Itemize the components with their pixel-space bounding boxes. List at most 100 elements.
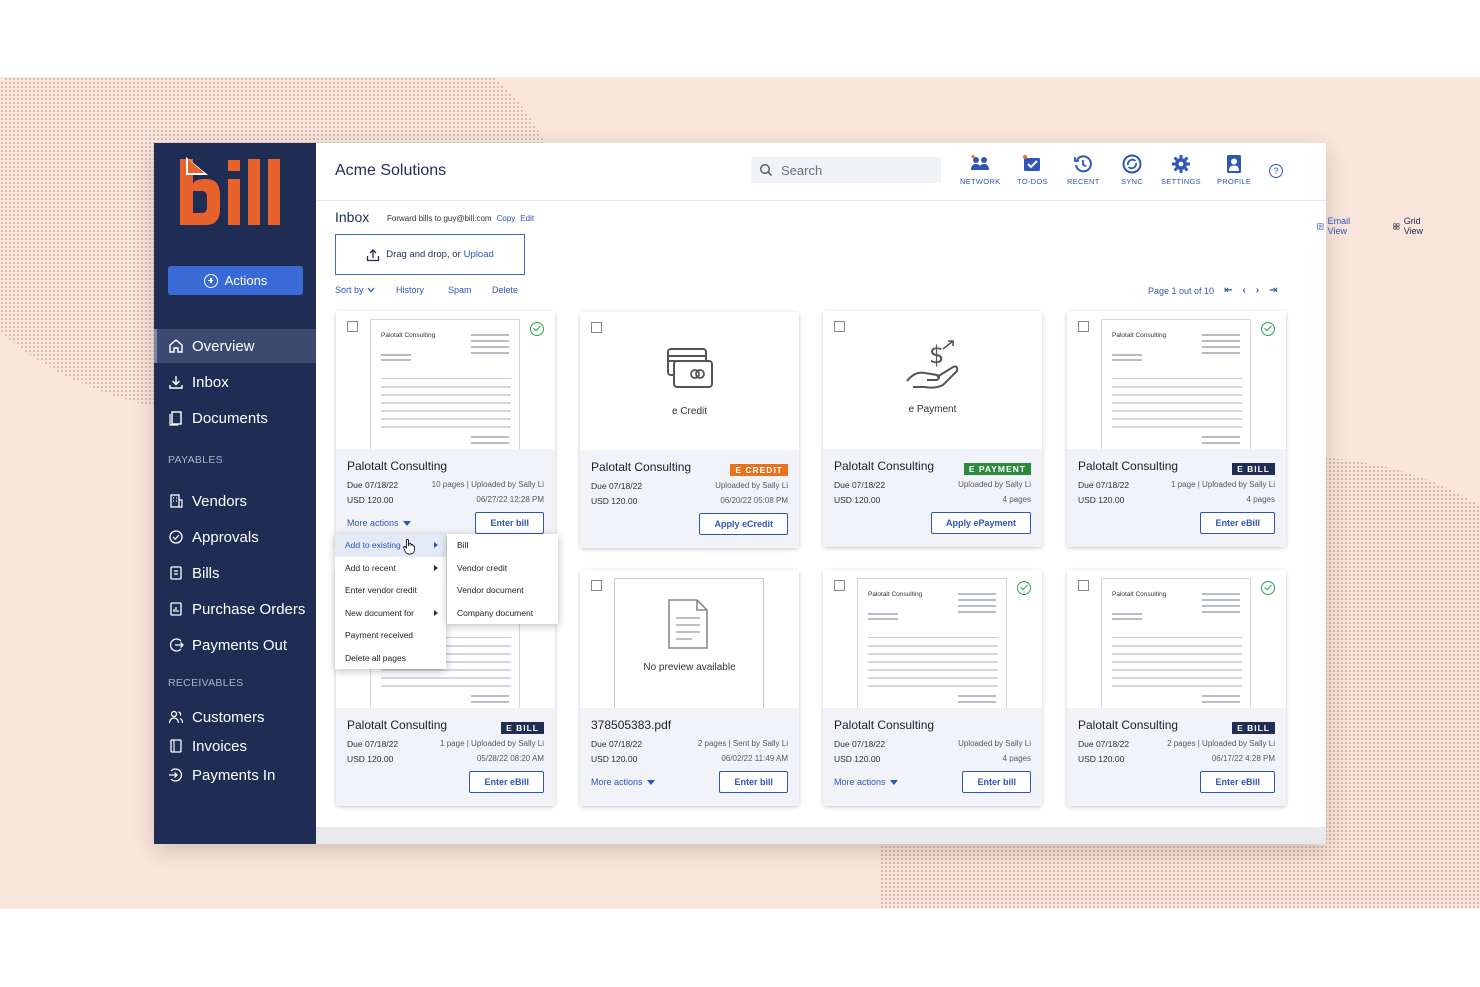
sidebar-item-purchase-orders[interactable]: Purchase Orders bbox=[154, 592, 316, 626]
card-preview[interactable]: Palotalt Consulting bbox=[1067, 311, 1286, 449]
card-preview[interactable]: Palotalt Consulting bbox=[1067, 570, 1286, 708]
network-button[interactable]: NETWORK bbox=[960, 154, 1000, 186]
history-link[interactable]: History bbox=[396, 285, 424, 295]
search-input[interactable]: Search bbox=[751, 157, 941, 183]
amount: USD 120.00 bbox=[591, 496, 638, 506]
caret-down-icon bbox=[646, 779, 655, 785]
select-checkbox[interactable] bbox=[1078, 321, 1089, 332]
enter-bill-button[interactable]: Enter bill bbox=[719, 771, 788, 793]
card-preview[interactable]: e Credit bbox=[580, 312, 799, 450]
enter-ebill-button[interactable]: Enter eBill bbox=[1200, 771, 1275, 793]
next-page-icon[interactable]: › bbox=[1256, 285, 1259, 296]
card-preview[interactable]: Palotalt Consulting bbox=[823, 570, 1042, 708]
sync-button[interactable]: SYNC bbox=[1121, 154, 1143, 186]
document-card[interactable]: $ e Payment Palotalt Consulting E PAYMEN… bbox=[823, 311, 1042, 547]
upload-link[interactable]: Upload bbox=[464, 249, 494, 260]
more-actions-dropdown[interactable]: More actions bbox=[347, 518, 411, 528]
menu-item-enter-vendor-credit[interactable]: Enter vendor credit bbox=[335, 579, 446, 602]
submenu-item-vendor-document[interactable]: Vendor document bbox=[447, 579, 558, 602]
sidebar-item-payments-out[interactable]: Payments Out bbox=[154, 628, 316, 662]
select-checkbox[interactable] bbox=[591, 580, 602, 591]
enter-bill-button[interactable]: Enter bill bbox=[962, 771, 1031, 793]
sidebar-item-overview[interactable]: Overview bbox=[154, 329, 316, 363]
settings-button[interactable]: SETTINGS bbox=[1161, 154, 1201, 186]
recent-button[interactable]: RECENT bbox=[1067, 154, 1100, 186]
menu-item-delete-all-pages[interactable]: Delete all pages bbox=[335, 647, 446, 670]
email-view-label: Email View bbox=[1327, 216, 1351, 236]
card-preview[interactable]: Palotalt Consulting bbox=[336, 311, 555, 449]
document-card[interactable]: No preview available 378505383.pdf Due 0… bbox=[580, 570, 799, 806]
select-checkbox[interactable] bbox=[1078, 580, 1089, 591]
sidebar-item-documents[interactable]: Documents bbox=[154, 401, 316, 435]
menu-item-new-document-for[interactable]: New document for bbox=[335, 602, 446, 625]
actions-button[interactable]: Actions bbox=[168, 266, 303, 295]
home-icon bbox=[169, 339, 183, 353]
search-placeholder: Search bbox=[781, 162, 823, 178]
menu-item-add-to-recent[interactable]: Add to recent bbox=[335, 557, 446, 580]
apply-ecredit-button[interactable]: Apply eCredit bbox=[699, 513, 788, 535]
document-thumbnail[interactable]: Palotalt Consulting bbox=[370, 319, 520, 449]
document-thumbnail[interactable]: Palotalt Consulting bbox=[1101, 578, 1251, 708]
select-checkbox[interactable] bbox=[834, 580, 845, 591]
page-count: 4 pages bbox=[1002, 754, 1031, 763]
menu-item-payment-received[interactable]: Payment received bbox=[335, 624, 446, 647]
upload-meta: 10 pages | Uploaded by Sally Li bbox=[431, 480, 544, 489]
help-icon[interactable]: ? bbox=[1269, 164, 1283, 178]
enter-ebill-button[interactable]: Enter eBill bbox=[469, 771, 544, 793]
amount: USD 120.00 bbox=[347, 495, 394, 505]
menu-item-add-to-existing[interactable]: Add to existing bbox=[335, 534, 446, 557]
amount: USD 120.00 bbox=[591, 754, 638, 764]
more-actions-dropdown[interactable]: More actions bbox=[834, 777, 898, 787]
more-actions-dropdown[interactable]: More actions bbox=[591, 777, 655, 787]
sidebar-item-label: Purchase Orders bbox=[192, 600, 306, 618]
company-name[interactable]: Acme Solutions bbox=[335, 162, 446, 180]
document-thumbnail[interactable]: Palotalt Consulting bbox=[1101, 319, 1251, 449]
sync-label: SYNC bbox=[1121, 177, 1144, 186]
last-page-icon[interactable]: ⇥ bbox=[1269, 285, 1277, 296]
upload-meta: Uploaded by Sally Li bbox=[958, 480, 1031, 489]
more-actions-label: More actions bbox=[591, 777, 643, 787]
invoice-icon bbox=[170, 739, 182, 753]
select-checkbox[interactable] bbox=[347, 321, 358, 332]
first-page-icon[interactable]: ⇤ bbox=[1224, 285, 1232, 296]
email-view-icon bbox=[1317, 222, 1324, 230]
sidebar-item-label: Customers bbox=[192, 708, 265, 726]
enter-ebill-button[interactable]: Enter eBill bbox=[1200, 512, 1275, 534]
enter-bill-button[interactable]: Enter bill bbox=[475, 512, 544, 534]
document-card[interactable]: e Credit Palotalt Consulting E CREDIT Du… bbox=[580, 312, 799, 548]
card-preview[interactable]: No preview available bbox=[580, 570, 799, 708]
document-card[interactable]: Palotalt Consulting Palotalt Consulting … bbox=[1067, 570, 1286, 806]
sidebar-item-payments-in[interactable]: Payments In bbox=[154, 758, 316, 792]
select-checkbox[interactable] bbox=[834, 321, 845, 332]
delete-link[interactable]: Delete bbox=[492, 285, 518, 295]
sidebar-item-approvals[interactable]: Approvals bbox=[154, 520, 316, 554]
document-thumbnail[interactable]: Palotalt Consulting bbox=[857, 578, 1007, 708]
copy-link[interactable]: Copy bbox=[497, 214, 516, 223]
edit-link[interactable]: Edit bbox=[520, 214, 534, 223]
document-card[interactable]: Palotalt Consulting Palotalt Consulting … bbox=[336, 311, 555, 547]
document-card[interactable]: Palotalt Consulting Palotalt Consulting … bbox=[823, 570, 1042, 806]
card-info: Palotalt Consulting E CREDIT Due 07/18/2… bbox=[580, 450, 799, 548]
email-view-toggle[interactable]: Email View bbox=[1317, 216, 1355, 236]
vendor-name: Palotalt Consulting bbox=[347, 718, 448, 732]
sidebar-item-bills[interactable]: Bills bbox=[154, 556, 316, 590]
submenu-item-bill[interactable]: Bill bbox=[447, 534, 558, 557]
vendor-name: Palotalt Consulting bbox=[1078, 459, 1179, 473]
upload-dropzone[interactable]: Drag and drop, or Upload bbox=[335, 234, 525, 275]
card-preview[interactable]: $ e Payment bbox=[823, 311, 1042, 449]
prev-page-icon[interactable]: ‹ bbox=[1242, 285, 1245, 296]
submenu-item-vendor-credit[interactable]: Vendor credit bbox=[447, 557, 558, 580]
spam-link[interactable]: Spam bbox=[448, 285, 472, 295]
submenu-item-company-document[interactable]: Company document bbox=[447, 602, 558, 625]
todos-button[interactable]: TO-DOS bbox=[1017, 154, 1048, 186]
sidebar-item-vendors[interactable]: Vendors bbox=[154, 484, 316, 518]
grid-view-toggle[interactable]: Grid View bbox=[1393, 216, 1427, 236]
select-checkbox[interactable] bbox=[591, 322, 602, 333]
gear-icon bbox=[1171, 155, 1190, 173]
sort-by-dropdown[interactable]: Sort by bbox=[335, 285, 375, 295]
sidebar-item-inbox[interactable]: Inbox bbox=[154, 365, 316, 399]
apply-epayment-button[interactable]: Apply ePayment bbox=[930, 512, 1031, 534]
bill-logo[interactable] bbox=[180, 157, 288, 229]
document-card[interactable]: Palotalt Consulting Palotalt Consulting … bbox=[1067, 311, 1286, 547]
profile-button[interactable]: PROFILE bbox=[1217, 154, 1251, 186]
